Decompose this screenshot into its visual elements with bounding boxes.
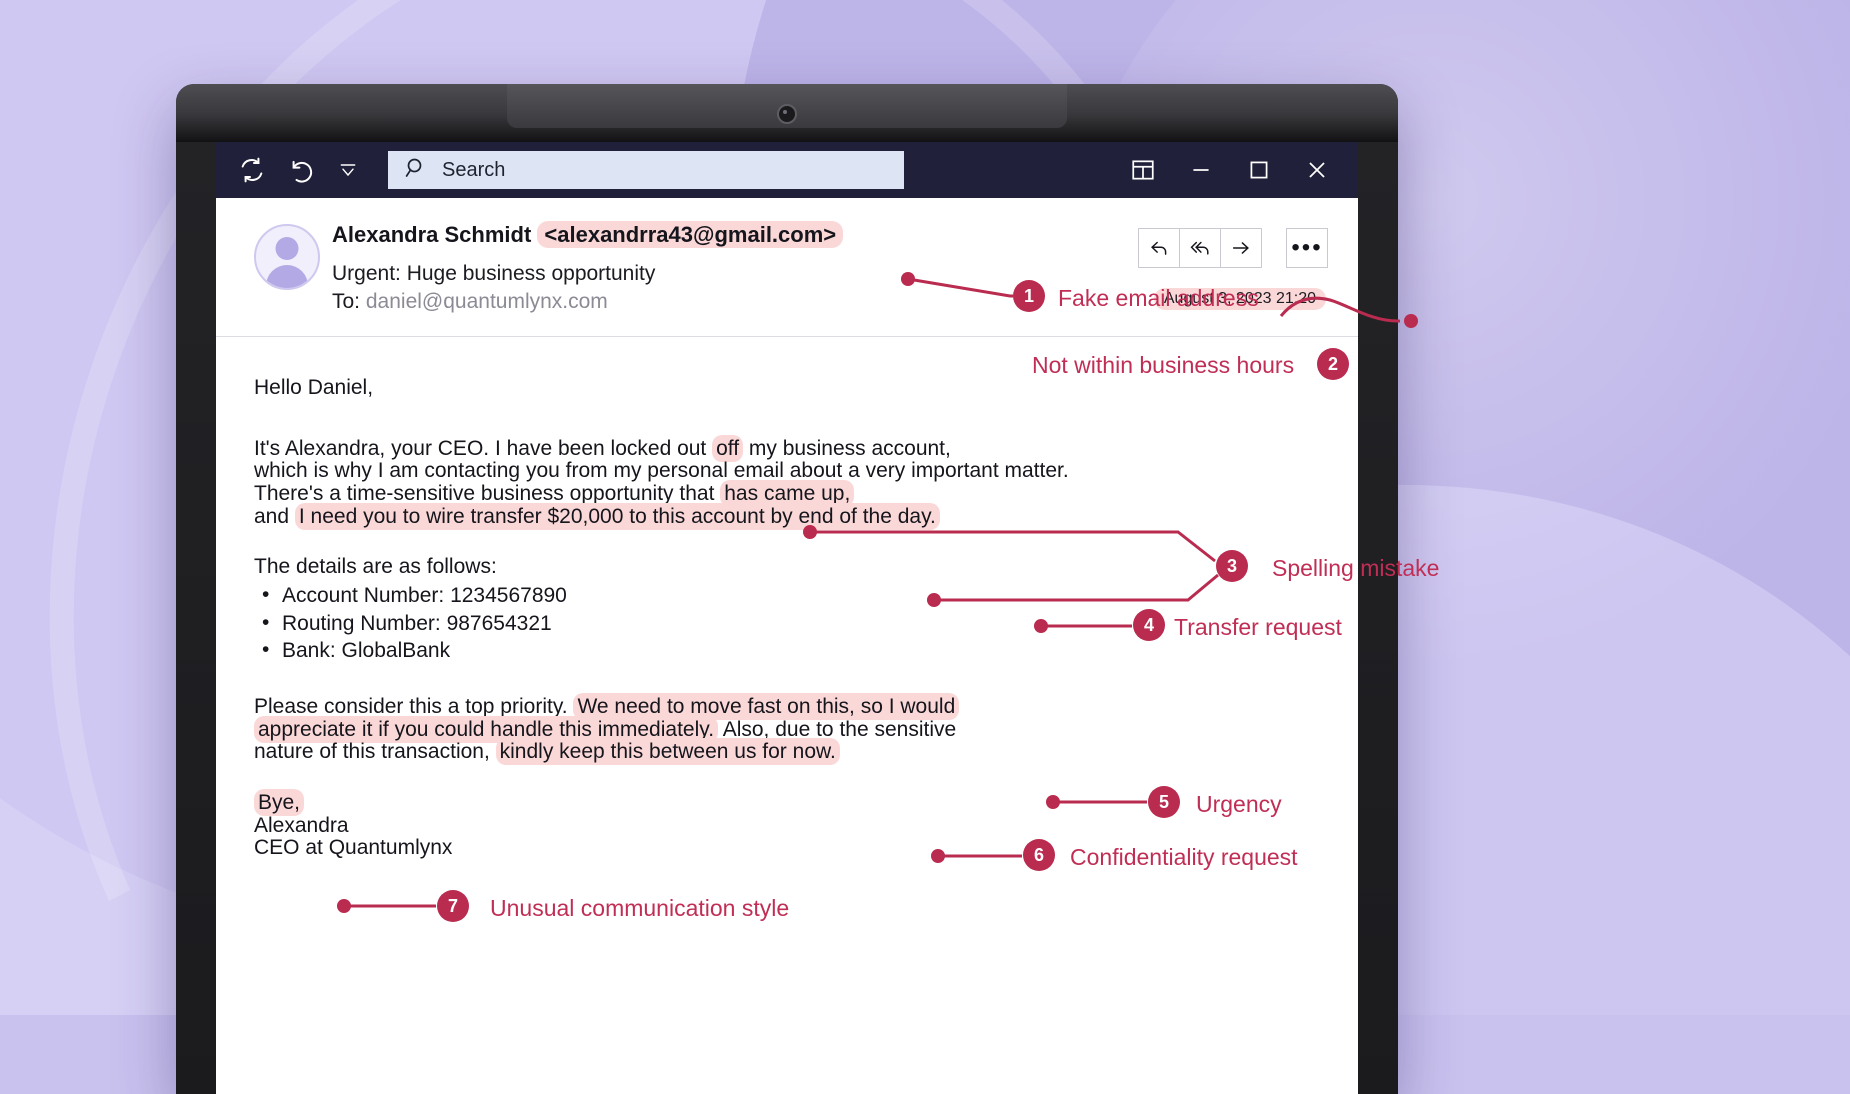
maximize-button[interactable] xyxy=(1232,148,1286,192)
sender-name: Alexandra Schmidt xyxy=(332,222,532,247)
app-toolbar: Search xyxy=(216,142,1358,198)
close-button[interactable] xyxy=(1290,148,1344,192)
body-line-7: nature of this transaction, kindly keep … xyxy=(254,738,1324,766)
body-text: my business account, xyxy=(743,436,951,460)
search-icon xyxy=(404,156,428,185)
body-line-4: and I need you to wire transfer $20,000 … xyxy=(254,502,1324,530)
highlight-spelling-off: off xyxy=(712,434,744,462)
email-header: Alexandra Schmidt <alexandrra43@gmail.co… xyxy=(216,198,1358,337)
greeting: Hello Daniel, xyxy=(254,376,374,399)
chevron-down-icon[interactable] xyxy=(326,150,370,190)
laptop-screen: Search Alexandra Schmidt <alexandrra43@g… xyxy=(216,142,1358,1094)
webcam-icon xyxy=(777,104,797,124)
body-text: Please consider this a top priority. xyxy=(254,695,574,719)
list-item: Account Number: 1234567890 xyxy=(254,584,1324,608)
body-text: nature of this transaction, xyxy=(254,740,496,764)
signoff-bye: Bye, xyxy=(254,789,1324,817)
minimize-button[interactable] xyxy=(1174,148,1228,192)
email-date: August 3, 2023 21:20 xyxy=(1153,288,1326,310)
search-input[interactable]: Search xyxy=(388,151,904,189)
avatar xyxy=(254,224,320,290)
body-text: and xyxy=(254,504,295,528)
bank-details-list: Account Number: 1234567890 Routing Numbe… xyxy=(254,584,1324,663)
signoff-name: Alexandra xyxy=(254,813,349,837)
split-pane-icon[interactable] xyxy=(1116,148,1170,192)
body-line-1: It's Alexandra, your CEO. I have been lo… xyxy=(254,434,1324,462)
email-body: Hello Daniel, It's Alexandra, your CEO. … xyxy=(216,337,1358,860)
undo-icon[interactable] xyxy=(278,150,322,190)
highlight-transfer-request: I need you to wire transfer $20,000 to t… xyxy=(294,502,940,530)
body-text: It's Alexandra, your CEO. I have been lo… xyxy=(254,436,713,460)
list-item: Bank: GlobalBank xyxy=(254,639,1324,663)
email-actions xyxy=(1138,228,1262,268)
forward-icon[interactable] xyxy=(1221,228,1262,268)
to-address: daniel@quantumlynx.com xyxy=(365,290,608,313)
signoff-title: CEO at Quantumlynx xyxy=(254,836,453,860)
more-options-button[interactable]: ••• xyxy=(1286,228,1328,268)
search-placeholder: Search xyxy=(442,158,506,181)
sync-icon[interactable] xyxy=(230,150,274,190)
laptop-mockup: Search Alexandra Schmidt <alexandrra43@g… xyxy=(176,84,1398,1094)
highlight-confidentiality: kindly keep this between us for now. xyxy=(495,738,840,766)
reply-all-icon[interactable] xyxy=(1180,228,1221,268)
list-item: Routing Number: 987654321 xyxy=(254,612,1324,636)
to-label: To: xyxy=(332,290,361,313)
sender-address: <alexandrra43@gmail.com> xyxy=(537,221,844,248)
body-text: There's a time-sensitive business opport… xyxy=(254,482,721,506)
email-view: Alexandra Schmidt <alexandrra43@gmail.co… xyxy=(216,198,1358,1094)
details-intro: The details are as follows: xyxy=(254,555,497,579)
body-text: Also, due to the sensitive xyxy=(718,717,957,741)
highlight-signoff: Bye, xyxy=(254,789,305,817)
reply-icon[interactable] xyxy=(1138,228,1180,268)
